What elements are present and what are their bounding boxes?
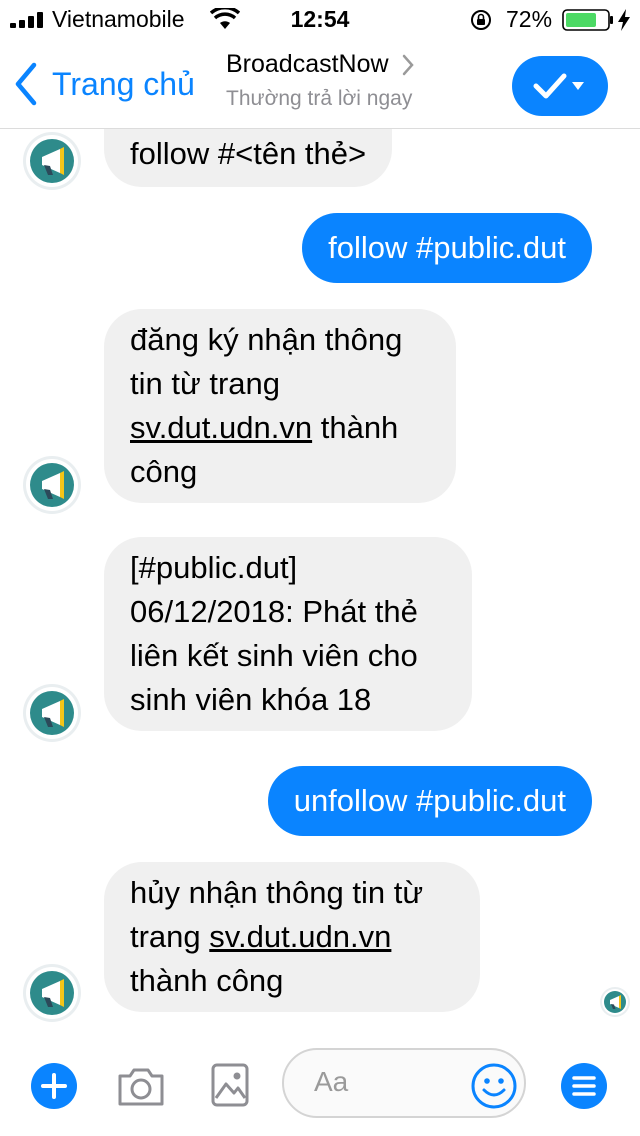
navigation-bar: Trang chủ BroadcastNow Thường trả lời ng… — [0, 40, 640, 129]
status-bar: Vietnamobile 12:54 72% — [0, 0, 640, 40]
chevron-left-icon — [15, 62, 37, 106]
message-text: đăng ký nhận thông — [130, 322, 403, 357]
bot-avatar[interactable] — [26, 687, 78, 739]
message-text: thành công — [130, 963, 284, 998]
message-outgoing: follow #public.dut — [302, 213, 592, 283]
message-link[interactable]: sv.dut.udn.vn — [209, 919, 391, 954]
megaphone-icon — [30, 691, 74, 735]
message-incoming: [#public.dut] 06/12/2018: Phát thẻ liên … — [104, 537, 472, 731]
message-bubble: [#public.dut] 06/12/2018: Phát thẻ liên … — [104, 537, 472, 731]
message-bubble: follow #<tên thẻ> — [104, 129, 393, 187]
megaphone-icon — [604, 991, 626, 1013]
composer-bar: Aa — [0, 1040, 640, 1136]
page-subtitle: Thường trả lời ngay — [226, 87, 413, 110]
charging-icon — [618, 9, 630, 31]
megaphone-icon — [30, 971, 74, 1015]
message-text: [#public.dut] — [130, 550, 298, 585]
plus-icon[interactable] — [30, 1062, 78, 1110]
back-label: Trang chủ — [52, 65, 195, 102]
message-bubble: đăng ký nhận thông tin từ trang sv.dut.u… — [104, 309, 456, 503]
message-text: hủy nhận thông tin từ — [130, 875, 424, 910]
battery-percent: 72% — [506, 6, 553, 32]
bot-avatar[interactable] — [26, 459, 78, 511]
message-incoming: hủy nhận thông tin từ trang sv.dut.udn.v… — [104, 862, 480, 1012]
megaphone-icon — [30, 463, 74, 507]
message-link[interactable]: sv.dut.udn.vn — [130, 410, 312, 445]
megaphone-icon — [30, 139, 74, 183]
message-text: 06/12/2018: Phát thẻ — [130, 594, 418, 629]
menu-icon[interactable] — [560, 1062, 608, 1110]
image-icon[interactable] — [210, 1062, 250, 1108]
chevron-right-icon — [402, 54, 414, 75]
message-text: trang — [130, 919, 210, 954]
message-text: sinh viên khóa 18 — [130, 682, 372, 717]
back-button[interactable]: Trang chủ — [14, 60, 195, 108]
message-bubble: unfollow #public.dut — [267, 766, 592, 836]
camera-icon[interactable] — [116, 1064, 166, 1108]
message-incoming: đăng ký nhận thông tin từ trang sv.dut.u… — [104, 309, 456, 503]
message-input-placeholder: Aa — [314, 1066, 349, 1097]
message-text: công — [130, 454, 198, 489]
caret-down-icon — [572, 82, 584, 90]
battery-icon — [562, 9, 613, 31]
emoji-icon[interactable] — [470, 1062, 518, 1110]
message-text: follow #<tên thẻ> — [130, 136, 367, 171]
message-bubble: hủy nhận thông tin từ trang sv.dut.udn.v… — [104, 862, 480, 1012]
message-outgoing: unfollow #public.dut — [267, 766, 592, 836]
message-list[interactable]: follow #<tên thẻ> follow #public.dut đăn… — [0, 129, 640, 1034]
status-menu-button[interactable] — [512, 56, 608, 116]
message-text: tin từ trang — [130, 366, 280, 401]
bot-avatar[interactable] — [26, 135, 78, 187]
message-text: liên kết sinh viên cho — [130, 638, 418, 673]
message-incoming: follow #<tên thẻ> — [104, 129, 393, 187]
message-text: thành — [312, 410, 399, 445]
rotation-lock-icon — [471, 10, 491, 30]
bot-avatar[interactable] — [26, 967, 78, 1019]
page-title: BroadcastNow — [226, 50, 389, 78]
message-bubble: follow #public.dut — [302, 213, 592, 283]
read-receipt-avatar — [602, 989, 628, 1015]
message-text: unfollow #public.dut — [293, 783, 566, 818]
conversation-header[interactable]: BroadcastNow Thường trả lời ngay — [226, 50, 415, 111]
check-icon — [533, 73, 567, 99]
message-text: follow #public.dut — [328, 230, 566, 265]
